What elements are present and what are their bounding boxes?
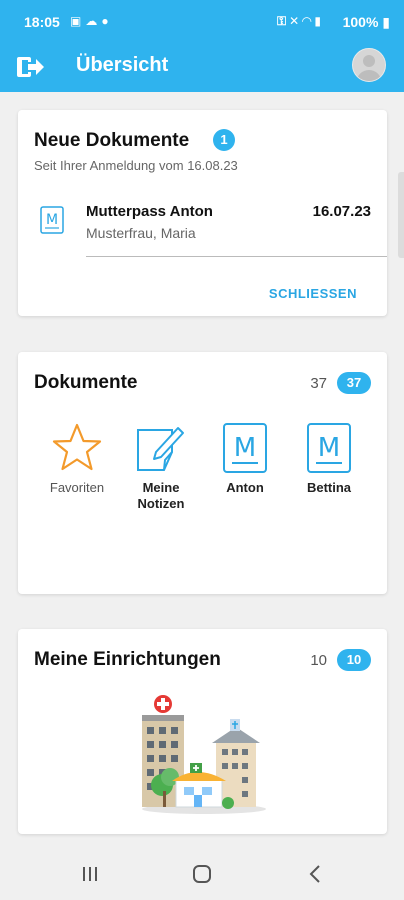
document-date: 16.07.23	[312, 203, 371, 220]
mute-icon: ✕	[289, 14, 303, 28]
new-documents-subtitle: Seit Ihrer Anmeldung vom 16.08.23	[34, 158, 238, 173]
documents-card: Dokumente 37 37 Favoriten Meine Notizen …	[18, 352, 387, 594]
logout-icon[interactable]	[16, 52, 46, 82]
document-title: Mutterpass Anton	[86, 203, 213, 220]
new-documents-card: Neue Dokumente 1 Seit Ihrer Anmeldung vo…	[18, 110, 387, 316]
tile-my-notes[interactable]: Meine Notizen	[121, 422, 201, 512]
mutterpass-icon: M	[40, 206, 64, 234]
battery-level: 100% ▮	[342, 14, 390, 30]
institutions-title: Meine Einrichtungen	[34, 649, 221, 670]
system-nav-bar	[0, 848, 404, 900]
institutions-illustration	[142, 695, 266, 814]
new-documents-title: Neue Dokumente	[34, 130, 190, 151]
svg-text:M: M	[234, 433, 256, 463]
wifi-icon: ◠	[302, 14, 315, 28]
tile-favorites[interactable]: Favoriten	[37, 422, 117, 496]
tile-anton[interactable]: M Anton	[205, 422, 285, 496]
documents-badge: 37	[337, 372, 371, 394]
mutterpass-icon: M	[307, 423, 351, 473]
documents-title: Dokumente	[34, 372, 138, 393]
svg-text:M: M	[318, 433, 340, 463]
institutions-badge: 10	[337, 649, 371, 671]
svg-text:M: M	[46, 212, 58, 228]
status-bar: 18:05 ▣☁● ⚿✕◠▮ 100% ▮	[0, 0, 404, 42]
mutterpass-icon: M	[223, 423, 267, 473]
home-icon[interactable]	[190, 862, 214, 886]
star-icon	[52, 423, 102, 471]
documents-count: 37	[310, 375, 327, 392]
tile-label: Meine Notizen	[137, 480, 185, 511]
status-left-icons: ▣☁●	[70, 14, 113, 28]
document-author: Musterfrau, Maria	[86, 225, 196, 241]
gallery-icon: ▣	[70, 14, 86, 28]
status-right-icons: ⚿✕◠▮	[277, 14, 324, 29]
location-icon: ●	[101, 14, 113, 28]
close-button[interactable]: SCHLIESSEN	[269, 286, 357, 301]
status-time: 18:05	[24, 14, 60, 30]
cloud-icon: ☁	[85, 14, 102, 28]
tile-bettina[interactable]: M Bettina	[289, 422, 369, 496]
avatar[interactable]	[352, 48, 386, 82]
app-bar: Übersicht	[0, 42, 404, 92]
side-panel-handle[interactable]	[398, 172, 404, 258]
user-icon	[357, 55, 381, 81]
tile-label: Anton	[226, 480, 264, 495]
tile-label: Favoriten	[49, 480, 105, 495]
divider	[86, 256, 387, 257]
signal-icon: ▮	[314, 14, 324, 28]
new-documents-badge: 1	[213, 129, 235, 151]
back-icon[interactable]	[304, 862, 328, 886]
institutions-card[interactable]: Meine Einrichtungen 10 10	[18, 629, 387, 834]
page-title: Übersicht	[76, 54, 169, 76]
recent-apps-icon[interactable]	[78, 862, 102, 886]
notes-icon	[137, 427, 184, 471]
tile-label: Bettina	[306, 480, 352, 495]
institutions-count: 10	[310, 652, 327, 669]
key-icon: ⚿	[276, 14, 290, 28]
